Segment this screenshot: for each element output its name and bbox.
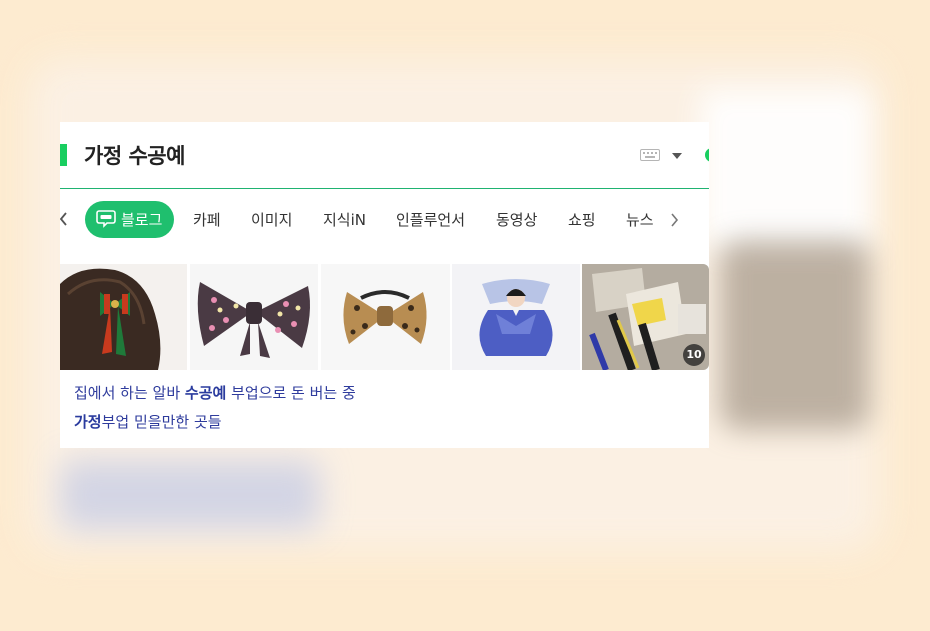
tab-knowledge-in[interactable]: 지식iN [323,209,366,230]
result-link-1-text-end: 부업으로 돈 버는 중 [226,384,356,402]
background-blur-text [60,460,320,530]
search-button[interactable] [705,148,709,162]
background-blur-image [720,240,870,430]
chevron-right-icon[interactable] [668,210,680,230]
tab-video[interactable]: 동영상 [496,209,537,230]
image-count-badge: 10 [683,344,705,366]
blog-icon [96,210,116,228]
background-blur-panel [700,90,870,250]
thumbnail-5[interactable]: 10 [582,264,709,370]
tab-shopping[interactable]: 쇼핑 [568,209,596,230]
tab-blog[interactable]: 블로그 [85,201,174,238]
tab-news[interactable]: 뉴스 [626,209,654,230]
result-link-1-text: 집에서 하는 알바 [74,384,185,402]
tab-cafe[interactable]: 카페 [193,209,221,230]
result-link-1-highlight: 수공예 [184,384,227,402]
tab-images[interactable]: 이미지 [251,209,292,230]
search-result-card: 가정 수공예 블로그 카페 이미지 지식iN 인플루언서 동영상 쇼핑 뉴스 1… [60,122,709,448]
search-query[interactable]: 가정 수공예 [84,140,185,170]
chevron-down-icon[interactable] [672,153,682,159]
thumbnail-1[interactable] [60,264,187,370]
thumbnail-3[interactable] [321,264,450,370]
thumbnail-4[interactable] [452,264,580,370]
result-link-2-highlight: 가정 [74,413,102,431]
result-link-1[interactable]: 집에서 하는 알바 수공예 부업으로 돈 버는 중 [74,382,356,403]
title-accent-bar [60,144,67,166]
thumbnail-2[interactable] [190,264,318,370]
result-link-2[interactable]: 가정부업 믿을만한 곳들 [74,411,222,432]
category-tabs: 블로그 카페 이미지 지식iN 인플루언서 동영상 쇼핑 뉴스 [60,201,709,241]
keyboard-icon[interactable] [640,149,660,161]
image-strip: 10 [60,264,709,370]
result-link-2-text-end: 부업 믿을만한 곳들 [101,413,222,431]
tab-influencer[interactable]: 인플루언서 [396,209,465,230]
tab-blog-label: 블로그 [121,211,163,229]
chevron-left-icon[interactable] [60,209,70,229]
search-bar: 가정 수공예 [60,122,709,189]
